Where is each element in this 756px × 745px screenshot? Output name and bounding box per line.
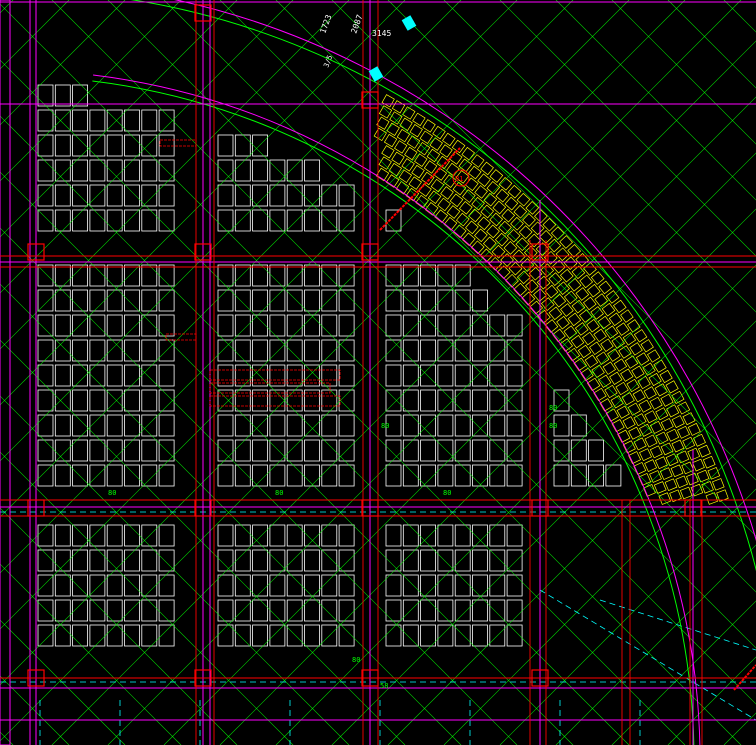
small-label-4: 80 bbox=[381, 422, 389, 430]
small-label-7: 80 bbox=[352, 656, 360, 664]
small-label-2: 80 bbox=[275, 489, 283, 497]
small-label-3: 80 bbox=[443, 489, 451, 497]
cad-drawing-canvas: 1723 2087 3145 3/5 B1 80 80 80 80 80 80 … bbox=[0, 0, 756, 745]
small-label-5: 80 bbox=[549, 422, 557, 430]
small-label-8: 58 bbox=[380, 682, 388, 690]
dimension-label-c: 3145 bbox=[372, 29, 391, 38]
grid-bubble-label: B1 bbox=[455, 175, 463, 183]
small-label-1: 80 bbox=[108, 489, 116, 497]
small-label-6: 80 bbox=[549, 404, 557, 412]
